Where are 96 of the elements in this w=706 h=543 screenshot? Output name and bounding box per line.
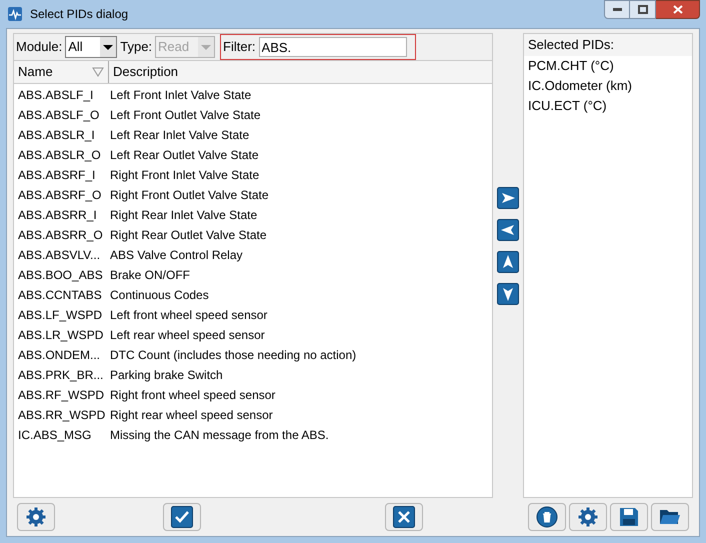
minimize-icon (612, 8, 622, 11)
sort-icon (92, 67, 104, 77)
column-header[interactable]: Description (109, 61, 492, 83)
description-cell-text: DTC Count (includes those needing no action) (109, 347, 358, 364)
description-cell-text: Right Rear Inlet Valve State (109, 207, 258, 224)
settings-button[interactable] (569, 503, 607, 531)
cancel-button[interactable] (385, 503, 423, 531)
filter-field[interactable]: ABS. (258, 37, 407, 57)
close-button[interactable] (656, 0, 700, 19)
table-row[interactable]: ABS.ABSRF_I Right Front Inlet Valve State (14, 165, 492, 185)
description-cell-text: Left Front Outlet Valve State (109, 107, 262, 124)
name-cell-text: ABS.ABSRR_I (17, 207, 98, 224)
move-up-button[interactable] (497, 250, 519, 272)
close-icon (393, 506, 415, 528)
settings-icon (26, 507, 46, 527)
name-cell-text: ABS.ABSRF_I (17, 167, 96, 184)
name-cell-text: ABS.ONDEM... (17, 347, 102, 364)
move-up-icon (497, 250, 519, 272)
maximize-button[interactable] (630, 0, 656, 19)
move-down-icon (497, 282, 519, 304)
filter-label: Filter: (223, 38, 256, 56)
close-icon (672, 5, 682, 14)
remove-button[interactable] (497, 218, 519, 240)
description-cell-text: Missing the CAN message from the ABS. (109, 427, 330, 444)
table-row[interactable]: ABS.ABSLR_I Left Rear Inlet Valve State (14, 125, 492, 145)
description-cell-text: Brake ON/OFF (109, 267, 192, 284)
name-cell-text: IC.ABS_MSG (17, 427, 92, 444)
add-button[interactable] (497, 186, 519, 208)
selected-pids-header: Selected PIDs: (524, 34, 692, 56)
remove-icon (497, 218, 519, 240)
table-row[interactable]: ABS.LF_WSPD Left front wheel speed sensor (14, 305, 492, 325)
table-row[interactable]: ABS.BOO_ABS Brake ON/OFF (14, 265, 492, 285)
name-cell-text: ABS.PRK_BR... (17, 367, 104, 384)
description-cell-text: Left Front Inlet Valve State (109, 87, 252, 104)
table-row[interactable]: ABS.LR_WSPD Left rear wheel speed sensor (14, 325, 492, 345)
name-cell-text: ABS.LR_WSPD (17, 327, 104, 344)
move-down-button[interactable] (497, 282, 519, 304)
name-cell-text: ABS.BOO_ABS (17, 267, 104, 284)
app-icon (8, 7, 22, 21)
settings-icon (578, 507, 598, 527)
table-row[interactable]: ABS.ABSLF_O Left Front Outlet Valve State (14, 105, 492, 125)
name-cell-text: ABS.ABSLF_I (17, 87, 94, 104)
description-cell-text: Right Front Outlet Valve State (109, 187, 270, 204)
description-cell-text: Left Rear Outlet Valve State (109, 147, 260, 164)
settings-button[interactable] (17, 503, 55, 531)
description-cell-text: Left front wheel speed sensor (109, 307, 268, 324)
table-row[interactable]: ABS.ABSRR_O Right Rear Outlet Valve State (14, 225, 492, 245)
description-cell-text: Left rear wheel speed sensor (109, 327, 266, 344)
selected-pid-item[interactable]: PCM.CHT (°C) (524, 56, 692, 76)
description-cell-text: Left Rear Inlet Valve State (109, 127, 250, 144)
name-cell-text: ABS.CCNTABS (17, 287, 103, 304)
name-cell-text: ABS.LF_WSPD (17, 307, 104, 324)
description-cell-text: Continuous Codes (109, 287, 210, 304)
description-cell-text: ABS Valve Control Relay (109, 247, 244, 264)
table-row[interactable]: ABS.ABSRR_I Right Rear Inlet Valve State (14, 205, 492, 225)
type-label: Type: (120, 38, 152, 56)
name-cell-text: ABS.ABSVLV... (17, 247, 102, 264)
table-row[interactable]: ABS.ONDEM... DTC Count (includes those needing no action) (14, 345, 492, 365)
trash-icon (536, 506, 558, 528)
module-dropdown[interactable]: All (65, 36, 118, 58)
table-row[interactable]: ABS.RF_WSPD Right front wheel speed sensor (14, 385, 492, 405)
name-cell-text: ABS.RF_WSPD (17, 387, 106, 404)
description-cell-text: Right Front Inlet Valve State (109, 167, 260, 184)
description-cell-text: Right front wheel speed sensor (109, 387, 276, 404)
save-button[interactable] (610, 503, 648, 531)
name-cell-text: ABS.ABSLR_O (17, 147, 102, 164)
folder-icon (659, 508, 681, 526)
table-row[interactable]: ABS.PRK_BR... Parking brake Switch (14, 365, 492, 385)
minimize-button[interactable] (604, 0, 630, 19)
name-cell-text: ABS.ABSRF_O (17, 187, 102, 204)
name-cell-text: ABS.ABSLR_I (17, 127, 96, 144)
column-header[interactable]: Name (14, 61, 109, 83)
name-cell-text: ABS.ABSRR_O (17, 227, 104, 244)
table-row[interactable]: ABS.ABSRF_O Right Front Outlet Valve State (14, 185, 492, 205)
table-row[interactable]: ABS.RR_WSPD Right rear wheel speed sensor (14, 405, 492, 425)
ok-button[interactable] (163, 503, 201, 531)
restore-icon (638, 5, 648, 14)
open-button[interactable] (651, 503, 689, 531)
table-row[interactable]: ABS.ABSLF_I Left Front Inlet Valve State (14, 85, 492, 105)
check-icon (171, 506, 193, 528)
table-row[interactable]: ABS.CCNTABS Continuous Codes (14, 285, 492, 305)
window-title: Select PIDs dialog (30, 6, 128, 23)
table-row[interactable]: ABS.ABSVLV... ABS Valve Control Relay (14, 245, 492, 265)
add-icon (497, 186, 519, 208)
delete-button[interactable] (528, 503, 566, 531)
module-label: Module: (16, 38, 62, 56)
selected-pid-item[interactable]: IC.Odometer (km) (524, 76, 692, 96)
name-cell-text: ABS.ABSLF_O (17, 107, 100, 124)
selected-pid-item[interactable]: ICU.ECT (°C) (524, 96, 692, 116)
name-cell-text: ABS.RR_WSPD (17, 407, 106, 424)
save-icon (619, 507, 639, 527)
table-row[interactable]: ABS.ABSLR_O Left Rear Outlet Valve State (14, 145, 492, 165)
description-cell-text: Right Rear Outlet Valve State (109, 227, 268, 244)
description-cell-text: Right rear wheel speed sensor (109, 407, 274, 424)
table-row[interactable]: IC.ABS_MSG Missing the CAN message from the ABS. (14, 425, 492, 445)
description-cell-text: Parking brake Switch (109, 367, 224, 384)
